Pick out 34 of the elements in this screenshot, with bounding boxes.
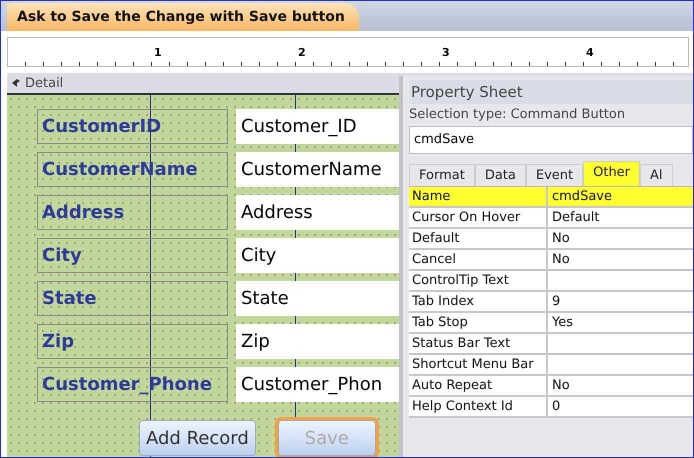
section-marker-icon: [11, 78, 21, 88]
property-name: Shortcut Menu Bar: [409, 355, 548, 374]
property-name: Help Context Id: [409, 397, 548, 416]
property-name: Tab Stop: [409, 313, 548, 332]
property-value[interactable]: Default: [548, 208, 693, 227]
property-name: Name: [409, 187, 548, 206]
field-label[interactable]: Address: [37, 195, 228, 230]
property-name: Status Bar Text: [409, 334, 548, 353]
property-name: Default: [409, 229, 548, 248]
field-label[interactable]: City: [37, 238, 228, 273]
panel-title: Property Sheet: [409, 80, 693, 104]
property-value[interactable]: No: [548, 250, 693, 269]
property-name: Cursor On Hover: [409, 208, 548, 227]
command-button[interactable]: Add Record: [139, 420, 256, 456]
ruler-number: 4: [586, 46, 595, 58]
object-dropdown[interactable]: cmdSave: [409, 126, 693, 154]
property-value[interactable]: Yes: [548, 313, 693, 332]
property-value[interactable]: No: [548, 376, 693, 395]
ruler-number: 2: [298, 46, 307, 58]
ruler-number: 3: [442, 46, 451, 58]
property-name: ControlTip Text: [409, 271, 548, 290]
property-name: Cancel: [409, 250, 548, 269]
property-value[interactable]: 0: [548, 397, 693, 416]
property-value[interactable]: No: [548, 229, 693, 248]
field-label[interactable]: State: [37, 281, 228, 316]
document-tab[interactable]: Ask to Save the Change with Save button: [7, 3, 359, 31]
property-name: Auto Repeat: [409, 376, 548, 395]
tab[interactable]: Other: [583, 161, 640, 186]
property-value[interactable]: cmdSave: [548, 187, 693, 206]
property-name: Tab Index: [409, 292, 548, 311]
ruler-number: 1: [154, 46, 163, 58]
field-label[interactable]: Zip: [37, 324, 228, 359]
section-title: Detail: [25, 76, 64, 90]
property-value[interactable]: 9: [548, 292, 693, 311]
